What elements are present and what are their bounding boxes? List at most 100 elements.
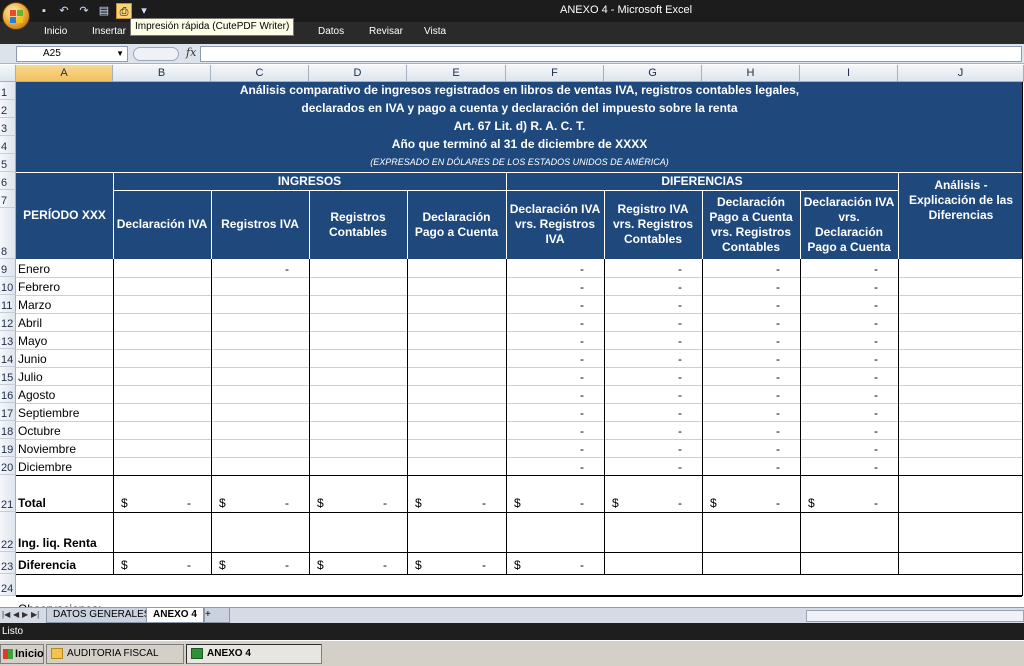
tab-revisar[interactable]: Revisar [369, 26, 403, 37]
cell-border [16, 574, 1022, 575]
row-header-24[interactable]: 24 [0, 574, 16, 596]
prev-sheet-icon[interactable]: ◀ [13, 610, 19, 619]
row-header-19[interactable]: 19 [0, 439, 16, 457]
quick-print-icon[interactable]: ⎙ [116, 3, 132, 19]
sheet-tab-bar: |◀ ◀ ▶ ▶| DATOS GENERALES ANEXO 4 + [0, 607, 1024, 623]
difference-value: - [776, 334, 780, 348]
tab-insertar[interactable]: Insertar [92, 26, 126, 37]
undo-icon[interactable]: ↶ [56, 3, 72, 19]
header-f: Declaración IVA vrs. Registros IVA [509, 202, 601, 246]
column-header-i[interactable]: I [800, 65, 898, 82]
customize-qat-icon[interactable]: ▾ [136, 3, 152, 19]
gridline [16, 313, 1022, 314]
first-sheet-icon[interactable]: |◀ [2, 610, 10, 619]
row-header-9[interactable]: 9 [0, 259, 16, 277]
horizontal-scrollbar[interactable] [806, 610, 1024, 622]
row-header-2[interactable]: 2 [0, 100, 16, 118]
row-header-17[interactable]: 17 [0, 403, 16, 421]
insert-function-icon[interactable]: fx [186, 46, 196, 59]
difference-value: - [678, 460, 682, 474]
currency-symbol: $ [514, 496, 521, 510]
column-header-a[interactable]: A [16, 65, 113, 82]
row-header-16[interactable]: 16 [0, 385, 16, 403]
currency-symbol: $ [121, 496, 128, 510]
row-header-21[interactable]: 21 [0, 475, 16, 512]
summary-value: - [187, 496, 191, 510]
difference-value: - [776, 406, 780, 420]
cell-border [16, 595, 1022, 597]
row-header-18[interactable]: 18 [0, 421, 16, 439]
redo-icon[interactable]: ↷ [76, 3, 92, 19]
column-header-g[interactable]: G [604, 65, 702, 82]
row-header-10[interactable]: 10 [0, 277, 16, 295]
office-button[interactable] [2, 2, 30, 30]
row-header-15[interactable]: 15 [0, 367, 16, 385]
currency-symbol: $ [710, 496, 717, 510]
difference-value: - [580, 442, 584, 456]
row-header-4[interactable]: 4 [0, 136, 16, 154]
tab-inicio[interactable]: Inicio [44, 26, 67, 37]
select-all-corner[interactable] [0, 65, 16, 82]
header-analisis: Análisis - Explicación de las Diferencia… [908, 178, 1014, 222]
gridline [16, 331, 1022, 332]
header-periodo: PERÍODO XXX [23, 208, 106, 222]
difference-value: - [776, 352, 780, 366]
difference-value: - [776, 442, 780, 456]
name-box[interactable]: A25 ▼ [16, 46, 128, 62]
row-header-13[interactable]: 13 [0, 331, 16, 349]
last-sheet-icon[interactable]: ▶| [31, 610, 39, 619]
formula-bar-resize-handle[interactable] [133, 47, 179, 61]
row-header-11[interactable]: 11 [0, 295, 16, 313]
start-button[interactable]: Inicio [0, 644, 44, 664]
month-label: Diciembre [18, 460, 73, 474]
sheet-tab-datos-generales[interactable]: DATOS GENERALES [46, 608, 158, 623]
formula-bar: A25 ▼ fx [0, 44, 1024, 64]
row-header-5[interactable]: 5 [0, 154, 16, 172]
row-header-20[interactable]: 20 [0, 457, 16, 475]
column-header-e[interactable]: E [407, 65, 506, 82]
report-title-line: Art. 67 Lit. d) R. A. C. T. [453, 119, 586, 133]
row-header-8[interactable]: 8 [0, 208, 16, 259]
sheet-tab-anexo-4[interactable]: ANEXO 4 [146, 608, 204, 623]
row-header-23[interactable]: 23 [0, 552, 16, 574]
gridline [16, 367, 1022, 368]
difference-value: - [580, 352, 584, 366]
column-header-b[interactable]: B [113, 65, 211, 82]
month-label: Noviembre [18, 442, 77, 456]
worksheet-grid[interactable]: A B C D E F G H I J 1 2 3 4 5 6 7 8 9 10 11 12 13 14 15 16 17 18 19 2… [0, 65, 1024, 616]
tab-vista[interactable]: Vista [424, 26, 446, 37]
insert-sheet-icon[interactable]: + [204, 608, 230, 623]
currency-symbol: $ [219, 558, 226, 572]
taskbar-item-label: AUDITORIA FISCAL [67, 648, 159, 659]
row-header-14[interactable]: 14 [0, 349, 16, 367]
difference-value: - [678, 262, 682, 276]
column-header-c[interactable]: C [211, 65, 309, 82]
difference-value: - [580, 280, 584, 294]
row-header-1[interactable]: 1 [0, 82, 16, 100]
column-header-d[interactable]: D [309, 65, 407, 82]
save-icon[interactable]: ▪ [36, 3, 52, 19]
column-header-f[interactable]: F [506, 65, 604, 82]
status-text: Listo [2, 626, 24, 637]
formula-input[interactable] [200, 46, 1022, 62]
print-preview-icon[interactable]: ▤ [96, 3, 112, 19]
row-header-3[interactable]: 3 [0, 118, 16, 136]
taskbar-item-auditoria-fiscal[interactable]: AUDITORIA FISCAL [46, 644, 184, 664]
column-header-j[interactable]: J [898, 65, 1024, 82]
next-sheet-icon[interactable]: ▶ [22, 610, 28, 619]
currency-symbol: $ [317, 496, 324, 510]
taskbar-item-anexo-4[interactable]: ANEXO 4 [186, 644, 322, 664]
column-header-h[interactable]: H [702, 65, 800, 82]
row-header-12[interactable]: 12 [0, 313, 16, 331]
row-header-7[interactable]: 7 [0, 190, 16, 208]
row-header-22[interactable]: 22 [0, 512, 16, 552]
difference-value: - [580, 424, 584, 438]
chevron-down-icon[interactable]: ▼ [116, 47, 124, 61]
row-header-6[interactable]: 6 [0, 172, 16, 190]
report-subtitle: (EXPRESADO EN DÓLARES DE LOS ESTADOS UNI… [370, 157, 669, 167]
excel-icon [191, 648, 203, 659]
report-title-line: Año que terminó al 31 de diciembre de XX… [391, 137, 648, 151]
report-title-line: declarados en IVA y pago a cuenta y decl… [301, 101, 738, 115]
tab-datos[interactable]: Datos [318, 26, 344, 37]
difference-value: - [580, 406, 584, 420]
